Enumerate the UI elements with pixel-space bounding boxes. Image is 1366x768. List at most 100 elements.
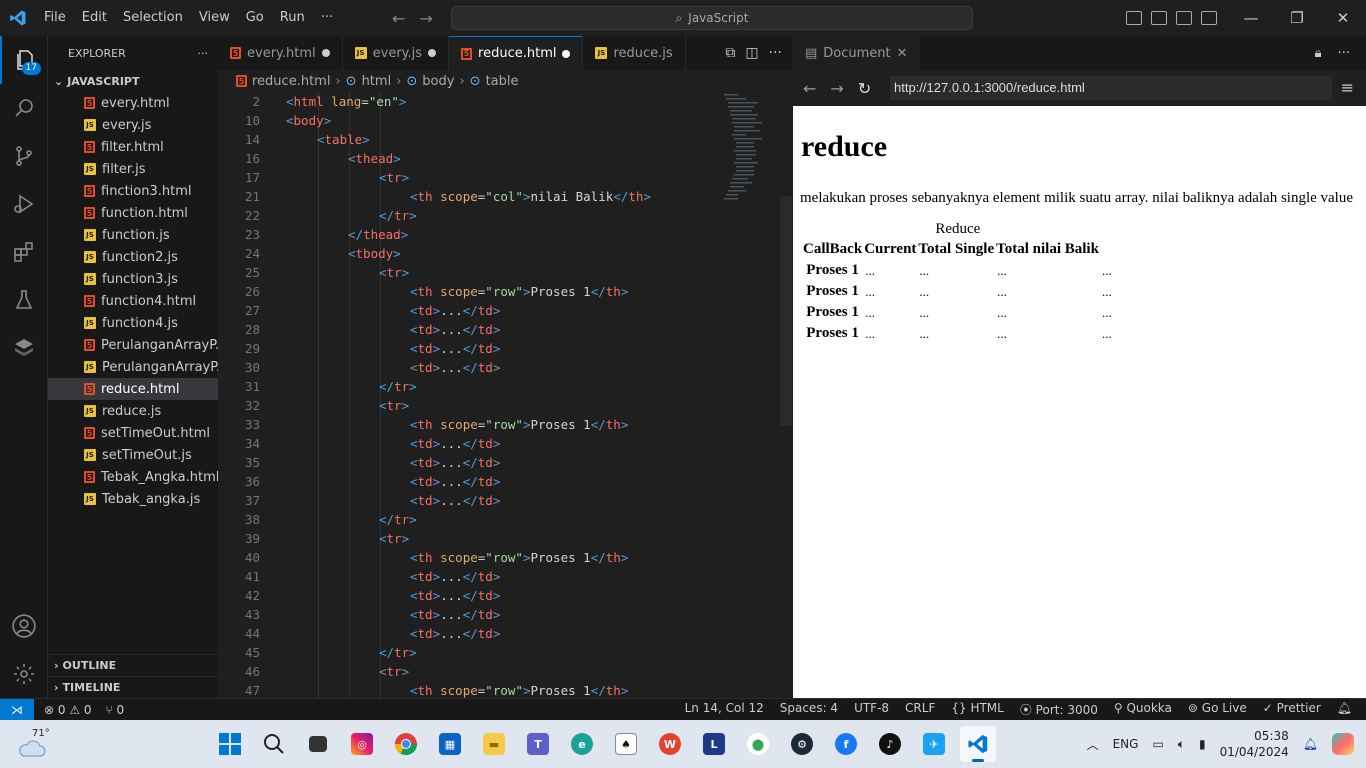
extensions-icon[interactable] — [0, 228, 48, 276]
code-line[interactable]: 27 <td>...</td> — [218, 301, 792, 320]
task-view-icon[interactable] — [300, 726, 336, 762]
browser-back-icon[interactable]: ← — [803, 79, 816, 98]
timeline-section[interactable]: › TIMELINE — [48, 676, 218, 698]
file-item[interactable]: JS function3.js — [48, 268, 218, 290]
file-item[interactable]: 5 finction3.html — [48, 180, 218, 202]
language-indicator[interactable]: ENG — [1113, 737, 1139, 751]
layers-icon[interactable] — [0, 324, 48, 372]
encoding[interactable]: UTF-8 — [854, 701, 889, 718]
instagram-icon[interactable]: ◎ — [344, 726, 380, 762]
tab-reduce-js[interactable]: JS reduce.js — [583, 36, 686, 70]
file-item[interactable]: JS PerulanganArrayP... — [48, 356, 218, 378]
chrome-icon[interactable] — [388, 726, 424, 762]
file-item[interactable]: JS function2.js — [48, 246, 218, 268]
tab-every-js[interactable]: JS every.js — [342, 36, 450, 70]
l-app-icon[interactable]: L — [696, 726, 732, 762]
cursor-position[interactable]: Ln 14, Col 12 — [685, 701, 764, 718]
split-editor-icon[interactable]: ◫ — [745, 45, 758, 61]
accounts-icon[interactable] — [0, 602, 48, 650]
code-line[interactable]: 45 </tr> — [218, 643, 792, 662]
breadcrumb-file[interactable]: reduce.html — [252, 74, 330, 89]
code-line[interactable]: 42 <td>...</td> — [218, 586, 792, 605]
edge-icon[interactable]: e — [564, 726, 600, 762]
problems-indicator[interactable]: ⊗ 0 ⚠ 0 — [44, 703, 92, 717]
code-line[interactable]: 34 <td>...</td> — [218, 434, 792, 453]
customize-layout-icon[interactable] — [1201, 11, 1217, 25]
file-item[interactable]: JS filter.js — [48, 158, 218, 180]
file-item[interactable]: 5 every.html — [48, 92, 218, 114]
code-line[interactable]: 22 </tr> — [218, 206, 792, 225]
vscode-taskbar-icon[interactable] — [960, 726, 996, 762]
toggle-panel-icon[interactable] — [1151, 11, 1167, 25]
code-line[interactable]: 46 <tr> — [218, 662, 792, 681]
file-explorer-icon[interactable]: ▬ — [476, 726, 512, 762]
code-line[interactable]: 25 <tr> — [218, 263, 792, 282]
ports-indicator[interactable]: ⑂ 0 — [106, 703, 125, 717]
file-item[interactable]: JS setTimeOut.js — [48, 444, 218, 466]
file-item[interactable]: 5 function.html — [48, 202, 218, 224]
menu-file[interactable]: File — [36, 0, 74, 36]
code-line[interactable]: 37 <td>...</td> — [218, 491, 792, 510]
forward-arrow-icon[interactable]: → — [419, 9, 432, 28]
minimize-icon[interactable]: — — [1228, 0, 1274, 36]
twitter-icon[interactable]: ✈ — [916, 726, 952, 762]
code-editor[interactable]: 2 <html lang="en"> 10 <body> 14 <table> 16 <the… — [218, 92, 792, 698]
close-tab-icon[interactable]: ✕ — [897, 46, 908, 61]
restore-icon[interactable]: ❐ — [1274, 0, 1320, 36]
code-line[interactable]: 31 </tr> — [218, 377, 792, 396]
code-line[interactable]: 32 <tr> — [218, 396, 792, 415]
menu-go[interactable]: Go — [238, 0, 272, 36]
code-line[interactable]: 17 <tr> — [218, 168, 792, 187]
code-line[interactable]: 29 <td>...</td> — [218, 339, 792, 358]
outline-section[interactable]: › OUTLINE — [48, 654, 218, 676]
copilot-icon[interactable] — [1332, 733, 1354, 755]
file-item[interactable]: JS reduce.js — [48, 400, 218, 422]
toggle-secondary-sidebar-icon[interactable] — [1176, 11, 1192, 25]
more-actions-icon[interactable]: ··· — [769, 45, 782, 61]
language-mode[interactable]: {} HTML — [951, 701, 1003, 718]
go-live-button[interactable]: ⊚ Go Live — [1188, 701, 1247, 718]
file-item[interactable]: 5 Tebak_Angka.html — [48, 466, 218, 488]
settings-gear-icon[interactable] — [0, 650, 48, 698]
code-line[interactable]: 2 <html lang="en"> — [218, 92, 792, 111]
browser-forward-icon[interactable]: → — [830, 79, 843, 98]
code-line[interactable]: 10 <body> — [218, 111, 792, 130]
unsaved-dot-icon[interactable] — [428, 49, 437, 57]
toggle-sidebar-icon[interactable] — [1126, 11, 1142, 25]
breadcrumb-body[interactable]: body — [422, 74, 454, 89]
chevron-up-icon[interactable]: ︿ — [1087, 736, 1099, 753]
browser-reload-icon[interactable]: ↻ — [858, 79, 871, 98]
tiktok-icon[interactable]: ♪ — [872, 726, 908, 762]
file-item[interactable]: 5 reduce.html — [48, 378, 218, 400]
code-line[interactable]: 16 <thead> — [218, 149, 792, 168]
end-of-line[interactable]: CRLF — [905, 701, 935, 718]
file-item[interactable]: JS function.js — [48, 224, 218, 246]
code-line[interactable]: 14 <table> — [218, 130, 792, 149]
file-item[interactable]: 5 filter.html — [48, 136, 218, 158]
prettier-status[interactable]: ✓ Prettier — [1263, 701, 1321, 718]
clock[interactable]: 05:38 01/04/2024 — [1220, 728, 1289, 760]
code-line[interactable]: 35 <td>...</td> — [218, 453, 792, 472]
code-line[interactable]: 30 <td>...</td> — [218, 358, 792, 377]
port-status[interactable]: ⦿ Port: 3000 — [1020, 701, 1098, 718]
steam-icon[interactable]: ⚙ — [784, 726, 820, 762]
browser-menu-icon[interactable]: ≡ — [1341, 78, 1354, 97]
solitaire-icon[interactable]: ♠ — [608, 726, 644, 762]
weather-widget[interactable]: 71° — [14, 726, 54, 762]
breadcrumb-table[interactable]: table — [486, 74, 519, 89]
code-line[interactable]: 39 <tr> — [218, 529, 792, 548]
testing-icon[interactable] — [0, 276, 48, 324]
folder-header[interactable]: ⌄ JAVASCRIPT — [48, 70, 218, 92]
quokka-status[interactable]: ⚲ Quokka — [1114, 701, 1172, 718]
search-taskbar-icon[interactable] — [256, 726, 292, 762]
url-input[interactable] — [890, 76, 1332, 100]
volume-icon[interactable]: 🔈︎ — [1178, 737, 1185, 752]
breadcrumb-html[interactable]: html — [362, 74, 392, 89]
file-item[interactable]: JS every.js — [48, 114, 218, 136]
close-icon[interactable]: ✕ — [1320, 0, 1366, 36]
minimap[interactable] — [722, 92, 782, 212]
code-line[interactable]: 23 </thead> — [218, 225, 792, 244]
run-debug-icon[interactable] — [0, 180, 48, 228]
unsaved-dot-icon[interactable] — [321, 49, 330, 57]
open-preview-icon[interactable]: ⧉ — [725, 45, 735, 61]
